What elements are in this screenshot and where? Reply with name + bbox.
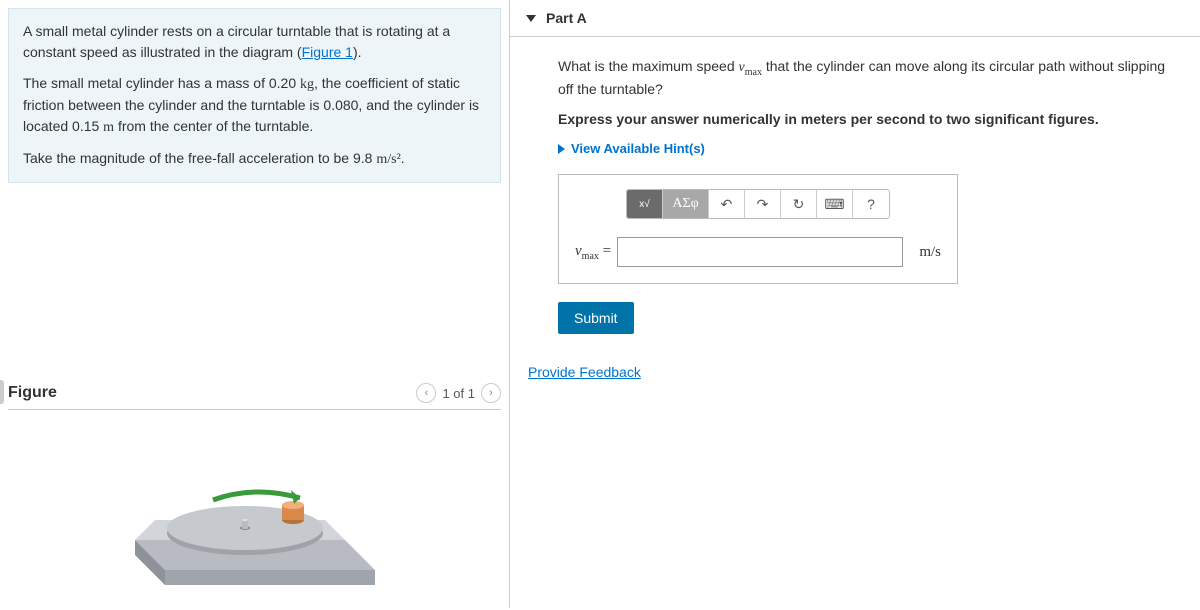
problem-paragraph-3: Take the magnitude of the free-fall acce…: [23, 148, 486, 170]
figure-title: Figure: [8, 384, 57, 402]
answer-box: x√ ΑΣφ ↶ ↷ ↻ ⌨ ? vmax = m/s: [558, 174, 958, 284]
answer-input[interactable]: [617, 237, 903, 267]
part-header: Part A: [510, 0, 1200, 37]
figure-section: Figure ‹ 1 of 1 ›: [0, 383, 509, 610]
hints-label: View Available Hint(s): [571, 141, 705, 156]
greek-button[interactable]: ΑΣφ: [663, 190, 709, 218]
question-text-a: What is the maximum speed: [558, 58, 739, 74]
submit-button[interactable]: Submit: [558, 302, 634, 334]
undo-button[interactable]: ↶: [709, 190, 745, 218]
panel-resize-handle[interactable]: [0, 380, 4, 404]
figure-prev-button[interactable]: ‹: [416, 383, 436, 403]
figure-next-button[interactable]: ›: [481, 383, 501, 403]
answer-row: vmax = m/s: [575, 237, 941, 267]
help-button[interactable]: ?: [853, 190, 889, 218]
question-var: vmax: [739, 60, 762, 75]
chevron-right-icon: [558, 144, 565, 154]
question-text: What is the maximum speed vmax that the …: [558, 57, 1184, 99]
problem-statement: A small metal cylinder rests on a circul…: [8, 8, 501, 183]
part-title: Part A: [546, 10, 587, 26]
answer-variable-label: vmax =: [575, 243, 611, 262]
templates-button[interactable]: x√: [627, 190, 663, 218]
figure-nav: ‹ 1 of 1 ›: [416, 383, 501, 403]
figure-header: Figure ‹ 1 of 1 ›: [8, 383, 501, 410]
collapse-part-icon[interactable]: [526, 15, 536, 22]
figure-pager: 1 of 1: [442, 386, 475, 401]
problem-text-1b: ).: [353, 44, 362, 60]
problem-paragraph-1: A small metal cylinder rests on a circul…: [23, 21, 486, 63]
reset-button[interactable]: ↻: [781, 190, 817, 218]
right-panel: Part A What is the maximum speed vmax th…: [510, 0, 1200, 608]
view-hints-toggle[interactable]: View Available Hint(s): [558, 141, 1184, 156]
answer-instruction: Express your answer numerically in meter…: [558, 111, 1184, 127]
provide-feedback-link[interactable]: Provide Feedback: [528, 364, 641, 380]
problem-paragraph-2: The small metal cylinder has a mass of 0…: [23, 73, 486, 138]
problem-text-1a: A small metal cylinder rests on a circul…: [23, 23, 450, 60]
figure-image: [8, 430, 501, 610]
problem-text-3: Take the magnitude of the free-fall acce…: [23, 150, 405, 166]
redo-button[interactable]: ↷: [745, 190, 781, 218]
equation-toolbar: x√ ΑΣφ ↶ ↷ ↻ ⌨ ?: [626, 189, 890, 219]
keyboard-button[interactable]: ⌨: [817, 190, 853, 218]
problem-text-2: The small metal cylinder has a mass of 0…: [23, 75, 479, 134]
figure-link[interactable]: Figure 1: [302, 44, 353, 60]
left-panel: A small metal cylinder rests on a circul…: [0, 0, 510, 608]
turntable-illustration: [95, 440, 415, 600]
answer-unit: m/s: [919, 244, 941, 261]
